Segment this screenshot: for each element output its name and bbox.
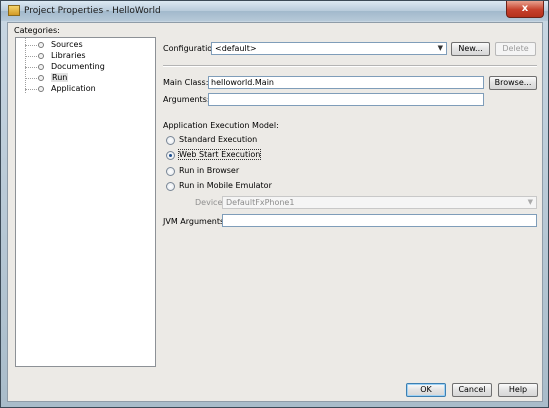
radio-button-icon	[166, 167, 175, 176]
radio-button-icon	[166, 151, 175, 160]
tree-item-label: Sources	[51, 40, 83, 49]
arguments-label: Arguments:	[163, 95, 210, 104]
tree-node-icon	[38, 64, 44, 70]
jvm-arguments-field[interactable]	[222, 214, 537, 227]
main-class-field[interactable]: helloworld.Main	[208, 76, 484, 89]
tree-item-sources[interactable]: Sources	[25, 40, 145, 51]
radio-label: Standard Execution	[179, 135, 258, 144]
categories-label: Categories:	[14, 26, 60, 35]
tree-item-libraries[interactable]: Libraries	[25, 51, 145, 62]
tree-node-icon	[38, 42, 44, 48]
execution-model-heading: Application Execution Model:	[163, 121, 279, 130]
dialog-content: Categories: Sources Libraries Documentin…	[7, 22, 543, 402]
dropdown-arrow-icon: ▼	[437, 44, 443, 52]
arguments-field[interactable]	[208, 93, 484, 106]
radio-label: Web Start Execution	[177, 149, 262, 160]
tree-item-label: Libraries	[51, 51, 86, 60]
tree-item-application[interactable]: Application	[25, 84, 145, 95]
separator	[163, 65, 537, 67]
title-bar[interactable]: Project Properties - HelloWorld x	[1, 1, 548, 21]
radio-button-icon	[166, 136, 175, 145]
tree-item-run[interactable]: Run	[25, 73, 145, 84]
project-properties-dialog: Project Properties - HelloWorld x Catego…	[0, 0, 549, 408]
tree-node-icon	[38, 75, 44, 81]
categories-tree[interactable]: Sources Libraries Documenting Run Applic…	[15, 37, 156, 367]
ok-button[interactable]: OK	[406, 383, 446, 397]
browse-button[interactable]: Browse...	[489, 76, 537, 90]
device-combo[interactable]: DefaultFxPhone1 ▼	[222, 196, 537, 209]
radio-label: Run in Browser	[179, 166, 240, 175]
radio-label: Run in Mobile Emulator	[179, 181, 272, 190]
tree-item-label: Documenting	[51, 62, 105, 71]
device-value: DefaultFxPhone1	[226, 198, 295, 207]
close-button[interactable]: x	[506, 1, 544, 18]
delete-configuration-button[interactable]: Delete	[495, 42, 536, 56]
window-title: Project Properties - HelloWorld	[24, 6, 161, 16]
tree-item-label: Run	[51, 73, 69, 82]
radio-button-icon	[166, 182, 175, 191]
configuration-combo[interactable]: <default> ▼	[211, 42, 447, 55]
tree-item-label: Application	[51, 84, 96, 93]
cancel-button[interactable]: Cancel	[452, 383, 492, 397]
jvm-arguments-label: JVM Arguments:	[163, 217, 227, 226]
main-class-label: Main Class:	[163, 78, 209, 87]
help-button[interactable]: Help	[498, 383, 538, 397]
new-configuration-button[interactable]: New...	[451, 42, 490, 56]
tree-node-icon	[38, 86, 44, 92]
dropdown-arrow-icon: ▼	[527, 198, 533, 206]
configuration-value: <default>	[215, 44, 257, 53]
tree-node-icon	[38, 53, 44, 59]
netbeans-app-icon	[8, 5, 20, 16]
main-class-value: helloworld.Main	[211, 78, 274, 87]
tree-item-documenting[interactable]: Documenting	[25, 62, 145, 73]
device-label: Device:	[195, 198, 226, 207]
